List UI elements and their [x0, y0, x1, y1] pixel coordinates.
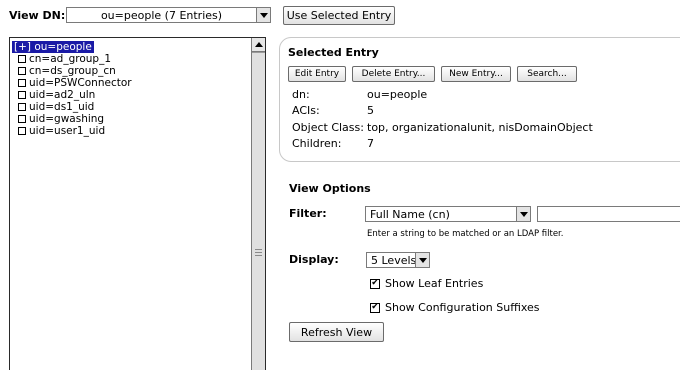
tree-item[interactable]: uid=ad2_uln: [18, 89, 95, 101]
tree-item-label: uid=ad2_uln: [29, 89, 96, 101]
tree-item-root[interactable]: [+] ou=people: [12, 41, 94, 53]
tree-scrollbar[interactable]: [251, 38, 265, 370]
tree-item[interactable]: uid=gwashing: [18, 113, 104, 125]
tree-item-label: uid=ds1_uid: [29, 101, 95, 113]
expand-icon[interactable]: [+]: [14, 41, 31, 53]
leaf-box-icon: [18, 127, 26, 135]
view-dn-select-value: ou=people (7 Entries): [100, 8, 223, 22]
tree-item[interactable]: uid=PSWConnector: [18, 77, 132, 89]
field-value-dn: ou=people: [367, 88, 428, 101]
leaf-box-icon: [18, 115, 26, 123]
display-levels-value: 5 Levels: [371, 253, 415, 267]
show-leaf-entries-option[interactable]: ✔ Show Leaf Entries: [370, 277, 483, 290]
scrollbar-thumb[interactable]: [252, 52, 265, 370]
tree-item-label: cn=ad_group_1: [29, 53, 112, 65]
field-value-children: 7: [367, 137, 374, 150]
selected-entry-panel: Selected Entry Edit Entry Delete Entry..…: [279, 37, 680, 162]
chevron-down-icon[interactable]: [256, 8, 270, 22]
new-entry-button[interactable]: New Entry...: [441, 66, 511, 82]
edit-entry-button[interactable]: Edit Entry: [288, 66, 346, 82]
field-key-dn: dn:: [292, 88, 310, 101]
filter-label: Filter:: [289, 207, 327, 220]
filter-text-input[interactable]: [537, 206, 680, 222]
tree-item[interactable]: uid=user1_uid: [18, 125, 105, 137]
view-options-title: View Options: [289, 182, 371, 195]
field-value-acis: 5: [367, 104, 374, 117]
chevron-down-icon[interactable]: [415, 253, 429, 267]
show-config-suffixes-checkbox[interactable]: ✔: [370, 302, 380, 313]
filter-attribute-value: Full Name (cn): [370, 207, 450, 221]
delete-entry-button[interactable]: Delete Entry...: [352, 66, 435, 82]
leaf-box-icon: [18, 79, 26, 87]
filter-hint: Enter a string to be matched or an LDAP …: [367, 229, 564, 239]
search-button[interactable]: Search...: [517, 66, 577, 82]
selected-entry-title: Selected Entry: [288, 46, 379, 59]
leaf-box-icon: [18, 67, 26, 75]
scroll-up-icon[interactable]: [252, 38, 265, 52]
tree-item-label: uid=gwashing: [29, 113, 105, 125]
refresh-view-button[interactable]: Refresh View: [289, 322, 384, 342]
field-value-object-class: top, organizationalunit, nisDomainObject: [367, 121, 593, 134]
field-key-object-class: Object Class:: [292, 121, 364, 134]
entry-tree[interactable]: [+] ou=people cn=ad_group_1 cn=ds_group_…: [9, 37, 266, 370]
tree-item-label: uid=PSWConnector: [29, 77, 132, 89]
leaf-box-icon: [18, 103, 26, 111]
leaf-box-icon: [18, 55, 26, 63]
chevron-down-icon[interactable]: [516, 207, 530, 221]
checkmark-icon: ✔: [371, 302, 379, 312]
tree-item[interactable]: uid=ds1_uid: [18, 101, 94, 113]
show-leaf-entries-label: Show Leaf Entries: [385, 277, 484, 290]
checkmark-icon: ✔: [371, 278, 379, 288]
use-selected-entry-button[interactable]: Use Selected Entry: [283, 6, 395, 25]
tree-item[interactable]: cn=ds_group_cn: [18, 65, 116, 77]
tree-item-label: cn=ds_group_cn: [29, 65, 116, 77]
filter-attribute-select[interactable]: Full Name (cn): [365, 206, 531, 222]
tree-item-label: uid=user1_uid: [29, 125, 106, 137]
view-dn-label: View DN:: [9, 9, 66, 22]
show-leaf-entries-checkbox[interactable]: ✔: [370, 278, 380, 289]
field-key-acis: ACIs:: [292, 104, 320, 117]
show-config-suffixes-label: Show Configuration Suffixes: [385, 301, 540, 314]
tree-item-label: ou=people: [34, 41, 92, 53]
show-config-suffixes-option[interactable]: ✔ Show Configuration Suffixes: [370, 301, 540, 314]
tree-item[interactable]: cn=ad_group_1: [18, 53, 111, 65]
view-dn-select[interactable]: ou=people (7 Entries): [66, 7, 271, 23]
display-levels-select[interactable]: 5 Levels: [366, 252, 430, 268]
field-key-children: Children:: [292, 137, 342, 150]
display-label: Display:: [289, 253, 339, 266]
leaf-box-icon: [18, 91, 26, 99]
